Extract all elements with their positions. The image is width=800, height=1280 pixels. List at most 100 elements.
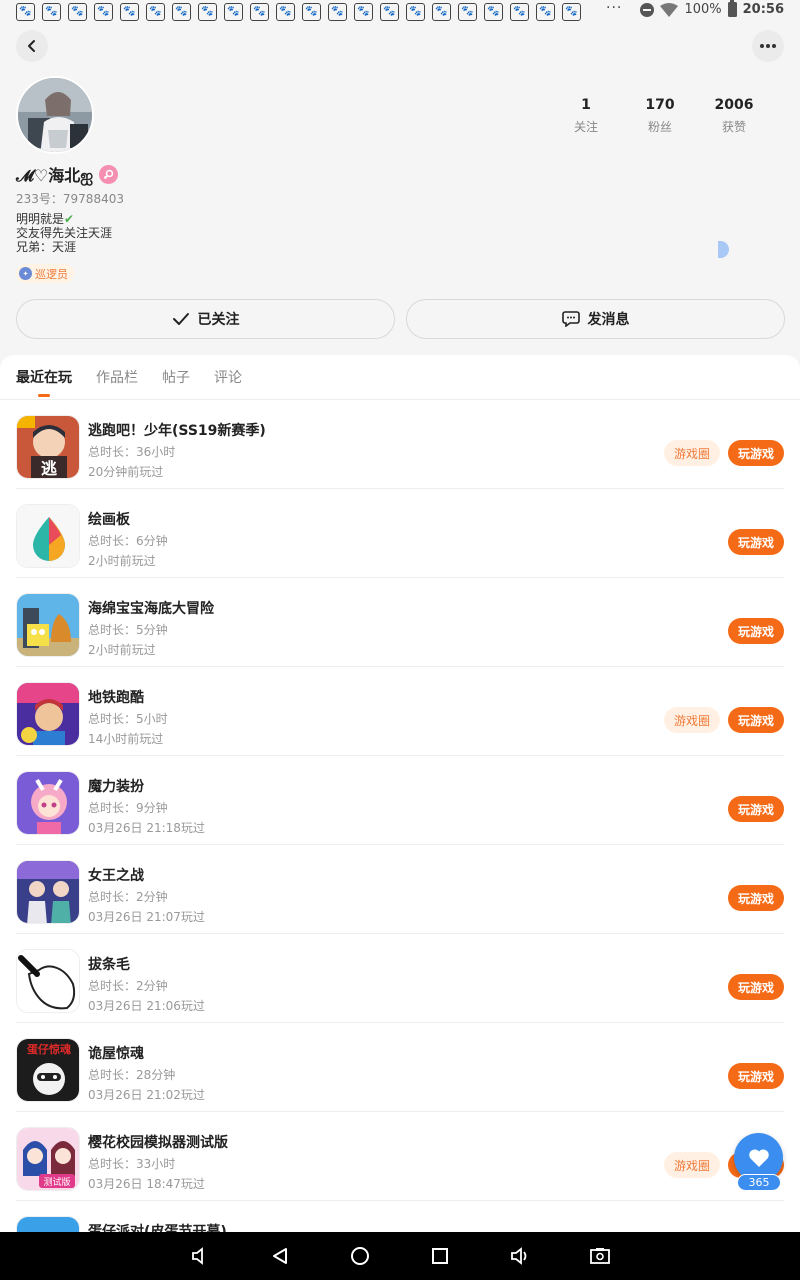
game-info: 逃跑吧！少年(SS19新赛季) 总时长：36小时 20分钟前玩过 (88, 420, 266, 480)
game-last-played: 2小时前玩过 (88, 643, 156, 657)
user-id: 233号：79788403 (16, 192, 124, 206)
game-icon-pluck-hair (16, 949, 80, 1013)
message-button[interactable]: 发消息 (406, 299, 785, 339)
tab-works[interactable]: 作品栏 (96, 367, 138, 387)
game-duration: 总时长：5分钟 (88, 623, 168, 637)
game-icon-queen-battle (16, 860, 80, 924)
play-game-button[interactable]: 玩游戏 (728, 618, 784, 644)
paw-icon: 🐾 (536, 3, 555, 21)
game-row[interactable]: 蛋仔派对(皮蛋节开幕) (16, 1201, 784, 1232)
system-navigation-bar (0, 1232, 800, 1280)
likes-stat[interactable]: 2006 获赞 (697, 97, 771, 135)
volume-down-icon (192, 1247, 203, 1265)
game-row[interactable]: 海绵宝宝海底大冒险 总时长：5分钟 2小时前玩过 玩游戏 (16, 578, 784, 667)
back-button[interactable] (16, 30, 48, 62)
paw-icon: 🐾 (328, 3, 347, 21)
followers-stat[interactable]: 170 粉丝 (623, 97, 697, 135)
more-notifications: ··· (606, 0, 623, 16)
following-stat[interactable]: 1 关注 (549, 97, 623, 135)
game-last-played: 03月26日 21:06玩过 (88, 999, 205, 1013)
play-game-button[interactable]: 玩游戏 (728, 440, 784, 466)
game-name: 绘画板 (88, 512, 130, 528)
game-name: 海绵宝宝海底大冒险 (88, 601, 214, 617)
game-duration: 总时长：33小时 (88, 1157, 176, 1171)
game-icon-drawing-board (16, 504, 80, 568)
circle-home-icon (351, 1247, 369, 1265)
bio-line: 兄弟：天涯 (16, 240, 77, 254)
game-circle-button[interactable]: 游戏圈 (664, 1152, 720, 1178)
volume-up-icon (511, 1247, 527, 1265)
game-row[interactable]: 逃 逃跑吧！少年(SS19新赛季) 总时长：36小时 20分钟前玩过 游戏圈 玩… (16, 400, 784, 489)
nickname: 𝓜♡海北ஐ (16, 166, 94, 185)
game-icon-escape: 逃 (16, 415, 80, 479)
stat-number: 1 (581, 97, 591, 113)
paw-icon: 🐾 (354, 3, 373, 21)
screenshot-icon (590, 1248, 610, 1264)
game-icon-spongebob (16, 593, 80, 657)
battery-icon (727, 0, 737, 17)
follow-label: 已关注 (197, 312, 240, 328)
paw-icon: 🐾 (198, 3, 217, 21)
paw-icon: 🐾 (250, 3, 269, 21)
volume-up-button[interactable] (508, 1244, 532, 1268)
paw-icon: 🐾 (224, 3, 243, 21)
status-right: 100% 20:56 (640, 0, 784, 17)
game-info: 拔条毛 总时长：2分钟 03月26日 21:06玩过 (88, 954, 205, 1014)
paw-icon: 🐾 (458, 3, 477, 21)
play-game-button[interactable]: 玩游戏 (728, 529, 784, 555)
tab-comments[interactable]: 评论 (214, 367, 242, 387)
back-nav-button[interactable] (268, 1244, 292, 1268)
game-duration: 总时长：2分钟 (88, 890, 168, 904)
game-duration: 总时长：36小时 (88, 445, 176, 459)
patrol-badge[interactable]: ✦ 巡逻员 (16, 264, 74, 283)
tab-posts[interactable]: 帖子 (162, 367, 190, 387)
paw-icon: 🐾 (432, 3, 451, 21)
play-game-button[interactable]: 玩游戏 (728, 974, 784, 1000)
avatar[interactable] (16, 76, 94, 154)
paw-icon: 🐾 (510, 3, 529, 21)
game-name: 拔条毛 (88, 957, 130, 973)
game-icon-text: 蛋仔惊魂 (27, 1042, 71, 1056)
screenshot-button[interactable] (588, 1244, 612, 1268)
follow-button[interactable]: 已关注 (16, 299, 395, 339)
paw-icon: 🐾 (146, 3, 165, 21)
game-info: 魔力装扮 总时长：9分钟 03月26日 21:18玩过 (88, 776, 205, 836)
play-game-button[interactable]: 玩游戏 (728, 885, 784, 911)
check-icon (172, 313, 189, 325)
volume-down-button[interactable] (188, 1244, 212, 1268)
game-row[interactable]: 拔条毛 总时长：2分钟 03月26日 21:06玩过 玩游戏 (16, 934, 784, 1023)
stat-label: 粉丝 (647, 120, 672, 134)
game-list: 逃 逃跑吧！少年(SS19新赛季) 总时长：36小时 20分钟前玩过 游戏圈 玩… (0, 400, 800, 1232)
paw-icon: 🐾 (94, 3, 113, 21)
female-icon (99, 165, 119, 184)
game-row[interactable]: 测试版 樱花校园模拟器测试版 总时长：33小时 03月26日 18:47玩过 游… (16, 1112, 784, 1201)
patrol-badge-label: 巡逻员 (35, 267, 68, 281)
like-count-badge: 365 (737, 1174, 781, 1191)
play-game-button[interactable]: 玩游戏 (728, 796, 784, 822)
game-row[interactable]: 魔力装扮 总时长：9分钟 03月26日 21:18玩过 玩游戏 (16, 756, 784, 845)
game-row[interactable]: 蛋仔惊魂 诡屋惊魂 总时长：28分钟 03月26日 21:02玩过 玩游戏 (16, 1023, 784, 1112)
play-game-button[interactable]: 玩游戏 (728, 707, 784, 733)
stat-number: 170 (645, 97, 675, 113)
game-duration: 总时长：9分钟 (88, 801, 168, 815)
battery-percent: 100% (684, 2, 722, 17)
game-row[interactable]: 女王之战 总时长：2分钟 03月26日 21:07玩过 玩游戏 (16, 845, 784, 934)
recents-nav-button[interactable] (428, 1244, 452, 1268)
game-circle-button[interactable]: 游戏圈 (664, 440, 720, 466)
game-name: 逃跑吧！少年(SS19新赛季) (88, 423, 266, 439)
game-circle-button[interactable]: 游戏圈 (664, 707, 720, 733)
game-last-played: 03月26日 21:18玩过 (88, 821, 205, 835)
home-nav-button[interactable] (348, 1244, 372, 1268)
play-game-button[interactable]: 玩游戏 (728, 1063, 784, 1089)
game-duration: 总时长：28分钟 (88, 1068, 176, 1082)
game-name: 地铁跑酷 (88, 690, 144, 706)
more-options-button[interactable] (752, 30, 784, 62)
stat-label: 获赞 (721, 120, 746, 134)
tab-recently-played[interactable]: 最近在玩 (16, 367, 72, 387)
game-info: 海绵宝宝海底大冒险 总时长：5分钟 2小时前玩过 (88, 598, 214, 658)
clock: 20:56 (742, 2, 784, 17)
game-row[interactable]: 绘画板 总时长：6分钟 2小时前玩过 玩游戏 (16, 489, 784, 578)
game-info: 地铁跑酷 总时长：5小时 14小时前玩过 (88, 687, 168, 747)
game-row[interactable]: 地铁跑酷 总时长：5小时 14小时前玩过 游戏圈 玩游戏 (16, 667, 784, 756)
profile-stats: 1 关注 170 粉丝 2006 获赞 (549, 97, 771, 135)
